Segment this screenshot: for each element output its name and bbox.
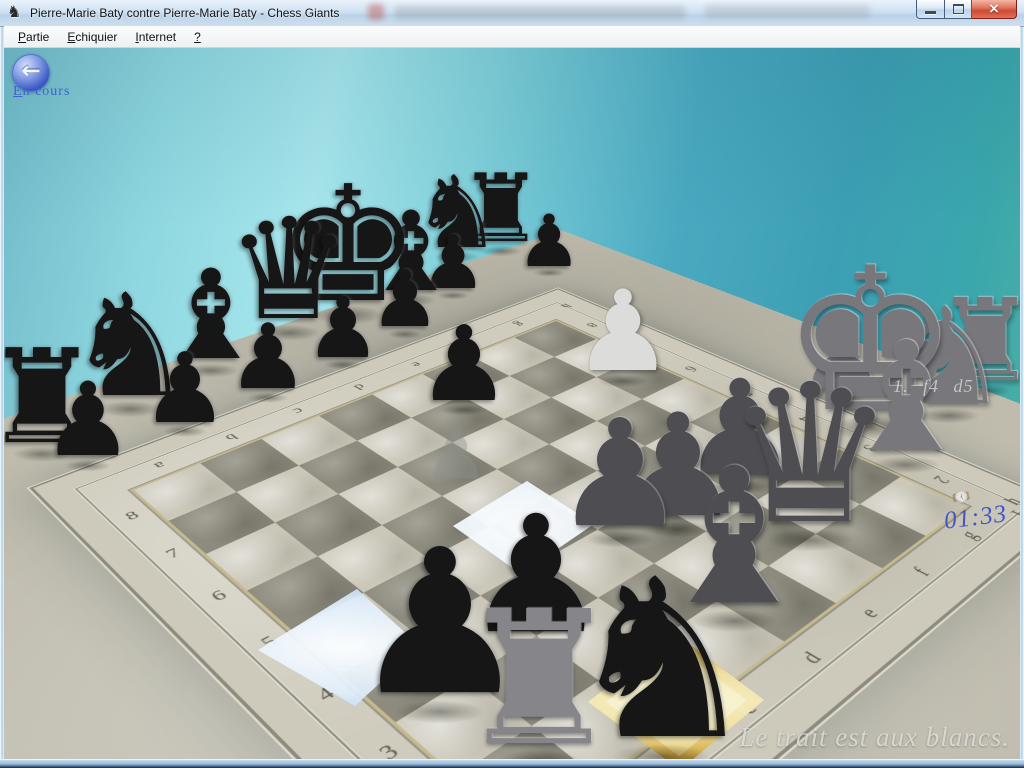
move-list: 1. f4 d5: [893, 376, 974, 397]
window-frame-right: [1020, 0, 1024, 768]
bright-pawn[interactable]: ♟: [573, 276, 673, 388]
window-frame-bottom: [0, 759, 1024, 768]
left-arrow-icon: ←: [13, 58, 49, 84]
titlebar: ♞ Pierre-Marie Baty contre Pierre-Marie …: [0, 0, 1024, 27]
black-pawn[interactable]: ♟: [42, 370, 133, 472]
black-pawn[interactable]: ♟: [417, 312, 510, 416]
glass-reflection: [368, 4, 384, 20]
menubar: Partie Echiquier Internet ?: [4, 26, 1020, 48]
file-label-front-f: f: [899, 558, 943, 586]
game-status-label: En cours: [13, 84, 70, 100]
minimize-icon: [925, 11, 936, 14]
window-controls: ×: [916, 0, 1017, 19]
menu-internet[interactable]: Internet: [126, 27, 185, 47]
restore-button[interactable]: [945, 0, 972, 19]
close-icon: ×: [972, 1, 1016, 17]
glass-pawn[interactable]: ♟: [424, 417, 489, 489]
stone-rook[interactable]: ♜: [456, 587, 622, 768]
menu-help[interactable]: ?: [185, 27, 210, 47]
menu-echiquier[interactable]: Echiquier: [58, 27, 126, 47]
game-scene: 88aa77bb66cc55dd44ee33ff22gg11hh ♜♞♟♟♝♚♟…: [0, 0, 1024, 768]
rank-label-left-7: 7: [150, 540, 196, 566]
rank-label-left-6: 6: [194, 581, 242, 610]
black-pawn[interactable]: ♟: [305, 286, 380, 370]
glass-reflection: [705, 5, 870, 18]
menu-partie[interactable]: Partie: [9, 27, 58, 47]
black-pawn[interactable]: ♟: [228, 313, 309, 403]
app-icon: ♞: [7, 4, 21, 20]
black-pawn[interactable]: ♟: [142, 340, 229, 437]
rank-label-left-8: 8: [110, 504, 154, 528]
turn-message: Le trait est aux blancs.: [739, 722, 1010, 753]
chess-giants-window: 88aa77bb66cc55dd44ee33ff22gg11hh ♜♞♟♟♝♚♟…: [0, 0, 1024, 768]
window-title: Pierre-Marie Baty contre Pierre-Marie Ba…: [30, 6, 339, 20]
window-frame-left: [0, 0, 4, 768]
restore-icon: [953, 4, 964, 14]
close-button[interactable]: ×: [972, 0, 1017, 19]
minimize-button[interactable]: [916, 0, 945, 19]
glass-reflection: [395, 6, 685, 19]
file-label-front-e: e: [846, 598, 892, 628]
black-pawn[interactable]: ♟: [517, 205, 582, 277]
